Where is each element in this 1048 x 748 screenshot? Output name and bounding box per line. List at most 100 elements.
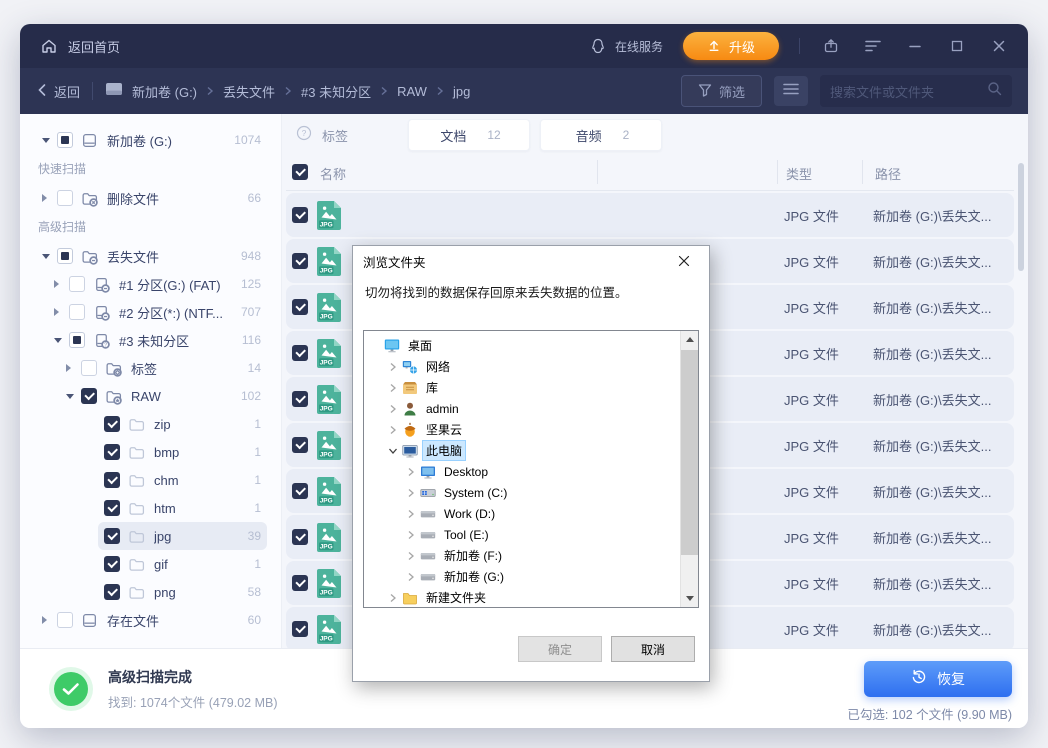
tree-expand-arrow-icon[interactable] — [388, 404, 402, 414]
sidebar-item[interactable]: bmp1 — [98, 438, 267, 466]
row-checkbox[interactable] — [292, 391, 308, 407]
tree-expand-arrow-icon[interactable] — [66, 364, 81, 372]
dialog-tree-item[interactable]: 新加卷 (G:) — [364, 566, 680, 587]
tree-collapse-arrow-icon[interactable] — [54, 338, 69, 343]
sidebar-item[interactable]: htm1 — [98, 494, 267, 522]
checkbox-unchecked[interactable] — [69, 304, 85, 320]
checkbox-checked[interactable] — [104, 444, 120, 460]
checkbox-checked[interactable] — [104, 556, 120, 572]
dialog-close-button[interactable] — [669, 248, 699, 274]
tree-expand-arrow-icon[interactable] — [42, 616, 57, 624]
sidebar-item[interactable]: png58 — [98, 578, 267, 606]
checkbox-indeterminate[interactable] — [69, 332, 85, 348]
checkbox-unchecked[interactable] — [57, 190, 73, 206]
checkbox-checked[interactable] — [104, 472, 120, 488]
minimize-button[interactable] — [904, 35, 926, 57]
dialog-tree-item[interactable]: 桌面 — [364, 335, 680, 356]
dialog-tree-item[interactable]: Desktop — [364, 461, 680, 482]
sidebar-item[interactable]: 删除文件66 — [36, 184, 267, 212]
tree-expand-arrow-icon[interactable] — [406, 488, 420, 498]
dialog-tree-item[interactable]: 网络 — [364, 356, 680, 377]
row-checkbox[interactable] — [292, 483, 308, 499]
close-button[interactable] — [988, 35, 1010, 57]
checkbox-checked[interactable] — [104, 500, 120, 516]
tree-expand-arrow-icon[interactable] — [54, 280, 69, 288]
dialog-scrollbar[interactable] — [680, 331, 698, 607]
dialog-tree-item[interactable]: 此电脑 — [364, 440, 680, 461]
breadcrumb-item[interactable]: 新加卷 (G:) — [132, 82, 197, 101]
cancel-button[interactable]: 取消 — [611, 636, 695, 662]
row-checkbox[interactable] — [292, 529, 308, 545]
dialog-tree-item[interactable]: Tool (E:) — [364, 524, 680, 545]
sidebar-item[interactable]: #1 分区(G:) (FAT)125 — [48, 270, 267, 298]
checkbox-checked[interactable] — [104, 528, 120, 544]
checkbox-unchecked[interactable] — [81, 360, 97, 376]
column-header-name[interactable]: 名称 — [320, 164, 346, 183]
checkbox-unchecked[interactable] — [69, 276, 85, 292]
sidebar-item[interactable]: gif1 — [98, 550, 267, 578]
sidebar-item[interactable]: jpg39 — [98, 522, 267, 550]
breadcrumb-item[interactable]: 丢失文件 — [223, 82, 275, 101]
row-checkbox[interactable] — [292, 253, 308, 269]
breadcrumb-item[interactable]: jpg — [453, 84, 470, 99]
tree-collapse-arrow-icon[interactable] — [42, 138, 57, 143]
checkbox-checked[interactable] — [104, 584, 120, 600]
scroll-down-arrow-icon[interactable] — [681, 590, 698, 607]
tree-expand-arrow-icon[interactable] — [388, 425, 402, 435]
row-checkbox[interactable] — [292, 437, 308, 453]
dialog-tree-item[interactable]: 库 — [364, 377, 680, 398]
sidebar-item[interactable]: 存在文件60 — [36, 606, 267, 634]
breadcrumb-item[interactable]: RAW — [397, 84, 427, 99]
search-input[interactable]: 搜索文件或文件夹 — [820, 75, 1012, 107]
sidebar-item[interactable]: 丢失文件948 — [36, 242, 267, 270]
sidebar-item[interactable]: 标签14 — [60, 354, 267, 382]
filter-button[interactable]: 筛选 — [681, 75, 762, 107]
dialog-tree-item[interactable]: admin — [364, 398, 680, 419]
dialog-tree-item[interactable]: 新建文件夹 — [364, 587, 680, 607]
checkbox-checked[interactable] — [104, 416, 120, 432]
recover-button[interactable]: 恢复 — [864, 661, 1012, 697]
row-checkbox[interactable] — [292, 207, 308, 223]
tree-collapse-arrow-icon[interactable] — [66, 394, 81, 399]
tree-expand-arrow-icon[interactable] — [42, 194, 57, 202]
tree-expand-arrow-icon[interactable] — [406, 551, 420, 561]
maximize-button[interactable] — [946, 35, 968, 57]
sidebar-item[interactable]: chm1 — [98, 466, 267, 494]
dialog-tree-item[interactable]: System (C:) — [364, 482, 680, 503]
tree-collapse-arrow-icon[interactable] — [388, 446, 402, 456]
sidebar-item[interactable]: ?#3 未知分区116 — [48, 326, 267, 354]
tree-expand-arrow-icon[interactable] — [406, 572, 420, 582]
tab-documents[interactable]: 文档 12 — [408, 119, 530, 151]
column-header-path[interactable]: 路径 — [875, 164, 901, 183]
online-service-button[interactable]: 在线服务 — [587, 35, 663, 57]
tree-expand-arrow-icon[interactable] — [388, 593, 402, 603]
help-icon[interactable]: ? — [296, 125, 312, 146]
sidebar-item[interactable]: 新加卷 (G:)1074 — [36, 126, 267, 154]
tree-expand-arrow-icon[interactable] — [54, 308, 69, 316]
dialog-scrollbar-thumb[interactable] — [681, 350, 698, 555]
export-icon[interactable] — [820, 35, 842, 57]
list-scrollbar-thumb[interactable] — [1018, 163, 1024, 271]
breadcrumb-item[interactable]: #3 未知分区 — [301, 82, 371, 101]
row-checkbox[interactable] — [292, 575, 308, 591]
tree-expand-arrow-icon[interactable] — [406, 467, 420, 477]
back-home-button[interactable]: 返回首页 — [38, 35, 120, 57]
select-all-checkbox[interactable] — [292, 164, 308, 180]
tab-audio[interactable]: 音频 2 — [540, 119, 662, 151]
row-checkbox[interactable] — [292, 345, 308, 361]
row-checkbox[interactable] — [292, 621, 308, 637]
checkbox-indeterminate[interactable] — [57, 132, 73, 148]
checkbox-indeterminate[interactable] — [57, 248, 73, 264]
back-button[interactable]: 返回 — [36, 82, 80, 101]
tree-expand-arrow-icon[interactable] — [388, 383, 402, 393]
row-checkbox[interactable] — [292, 299, 308, 315]
dialog-tree-item[interactable]: 新加卷 (F:) — [364, 545, 680, 566]
tree-expand-arrow-icon[interactable] — [388, 362, 402, 372]
upgrade-button[interactable]: 升级 — [683, 32, 779, 60]
sidebar-item[interactable]: #2 分区(*:) (NTF...707 — [48, 298, 267, 326]
checkbox-checked[interactable] — [81, 388, 97, 404]
table-row[interactable]: JPGJPG 文件新加卷 (G:)\丢失文... — [286, 193, 1014, 237]
tree-expand-arrow-icon[interactable] — [406, 509, 420, 519]
ok-button[interactable]: 确定 — [518, 636, 602, 662]
list-view-button[interactable] — [774, 76, 808, 106]
